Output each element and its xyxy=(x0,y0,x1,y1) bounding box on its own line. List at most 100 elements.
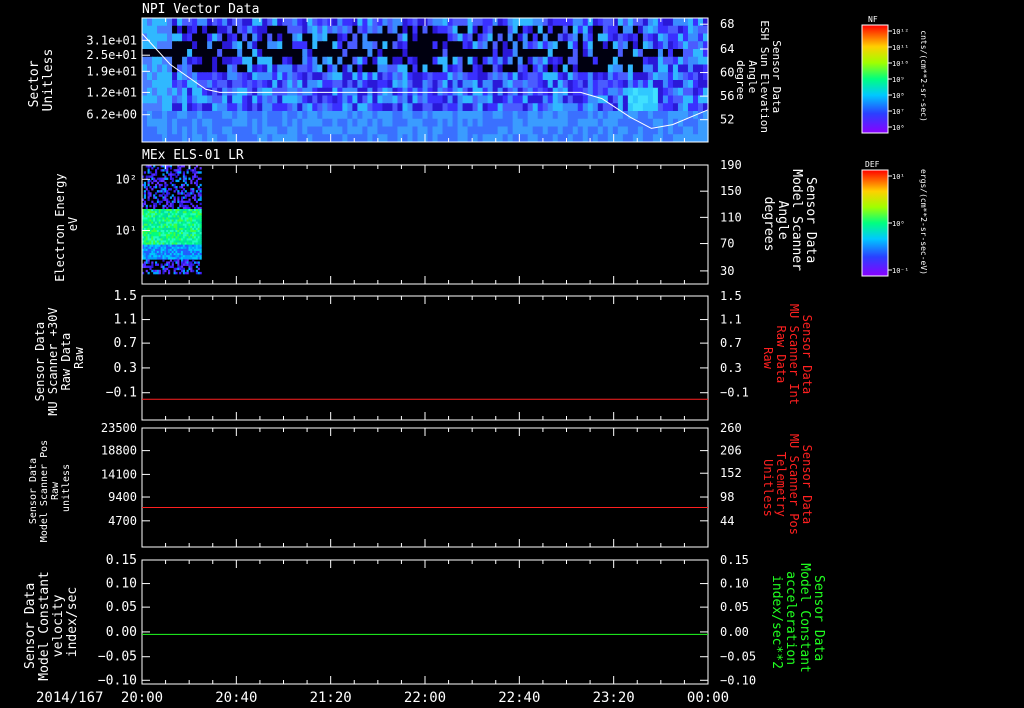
npi-cell xyxy=(492,111,499,120)
npi-cell xyxy=(547,118,554,127)
els-cell xyxy=(162,227,165,231)
els-cell xyxy=(151,181,154,185)
npi-cell xyxy=(622,33,629,42)
els-cell xyxy=(188,177,191,180)
npi-cell xyxy=(507,118,514,127)
els-cell xyxy=(194,240,197,243)
els-cell xyxy=(195,246,199,250)
npi-cell xyxy=(412,111,419,120)
npi-cell xyxy=(602,134,609,143)
npi-cell xyxy=(327,25,333,34)
npi-cell xyxy=(247,118,253,127)
els-cell xyxy=(158,234,161,237)
npi-cell xyxy=(352,25,358,34)
y-tick-label-right: 56 xyxy=(720,89,734,103)
npi-cell xyxy=(172,134,178,143)
els-cell xyxy=(162,238,165,241)
npi-cell xyxy=(487,103,494,112)
els-cell xyxy=(166,217,169,220)
els-cell xyxy=(164,181,167,185)
npi-cell xyxy=(327,18,333,27)
npi-cell xyxy=(627,126,634,135)
npi-cell xyxy=(322,87,328,96)
npi-cell xyxy=(472,25,479,34)
npi-cell xyxy=(397,56,404,65)
npi-cell xyxy=(667,18,674,27)
npi-cell xyxy=(662,49,669,58)
npi-cell xyxy=(632,126,639,135)
els-cell xyxy=(149,227,152,231)
els-cell xyxy=(175,257,178,260)
els-cell xyxy=(199,202,202,206)
els-cell xyxy=(182,177,186,180)
y-tick-label: 0.15 xyxy=(106,553,137,568)
npi-cell xyxy=(432,33,439,42)
npi-cell xyxy=(392,25,399,34)
npi-cell xyxy=(552,25,559,34)
npi-cell xyxy=(207,49,213,58)
npi-cell xyxy=(592,118,599,127)
npi-cell xyxy=(447,72,454,81)
npi-cell xyxy=(267,126,273,135)
els-cell xyxy=(147,250,150,254)
npi-cell xyxy=(397,41,404,50)
npi-cell xyxy=(447,126,454,135)
npi-cell xyxy=(392,80,399,89)
npi-cell xyxy=(377,103,384,112)
npi-cell xyxy=(462,64,469,73)
npi-cell xyxy=(212,111,218,120)
els-cell xyxy=(177,215,180,218)
npi-cell xyxy=(457,134,464,143)
npi-cell xyxy=(677,87,684,96)
npi-cell xyxy=(462,111,469,120)
npi-cell xyxy=(182,80,188,89)
els-cell xyxy=(151,246,154,250)
els-cell xyxy=(158,213,161,216)
els-cell xyxy=(190,255,193,258)
els-cell xyxy=(162,177,165,180)
els-cell xyxy=(182,196,186,199)
npi-cell xyxy=(162,118,168,127)
els-cell xyxy=(192,215,195,218)
npi-cell xyxy=(477,64,484,73)
y-tick-label-right: 0.3 xyxy=(720,361,742,375)
npi-cell xyxy=(577,18,584,27)
els-cell xyxy=(149,217,152,220)
mu-30v-ylabel: Sensor Data MU Scanner +30V Raw Data Raw xyxy=(33,300,86,416)
npi-cell xyxy=(232,49,238,58)
els-cell xyxy=(190,217,193,220)
npi-cell xyxy=(252,56,258,65)
npi-cell xyxy=(267,64,273,73)
els-cell xyxy=(169,259,173,262)
npi-cell xyxy=(667,72,674,81)
npi-cell xyxy=(457,72,464,81)
npi-cell xyxy=(622,18,629,27)
npi-cell xyxy=(287,118,293,127)
els-cell xyxy=(143,194,147,197)
els-cell xyxy=(184,261,187,264)
npi-cell xyxy=(547,33,554,42)
els-cell xyxy=(160,232,163,235)
els-cell xyxy=(177,173,180,176)
els-cell xyxy=(149,232,152,235)
npi-cell xyxy=(337,56,343,65)
npi-cell xyxy=(417,87,424,96)
panel-npi: NPI Vector Data 3.1e+012.5e+011.9e+011.2… xyxy=(27,2,783,143)
els-cell xyxy=(181,196,184,199)
npi-cell xyxy=(212,56,218,65)
npi-cell xyxy=(287,80,293,89)
els-cell xyxy=(197,236,200,239)
els-cell xyxy=(177,248,180,252)
npi-cell xyxy=(437,111,444,120)
els-cell xyxy=(171,177,174,180)
els-cell xyxy=(153,211,156,214)
npi-cell xyxy=(617,72,624,81)
els-cell xyxy=(194,255,197,258)
npi-cell xyxy=(497,72,504,81)
els-cell xyxy=(179,250,182,254)
npi-cell xyxy=(392,95,399,104)
npi-cell xyxy=(532,56,539,65)
npi-cell xyxy=(277,80,283,89)
npi-cell xyxy=(567,18,574,27)
els-cell xyxy=(153,223,156,227)
